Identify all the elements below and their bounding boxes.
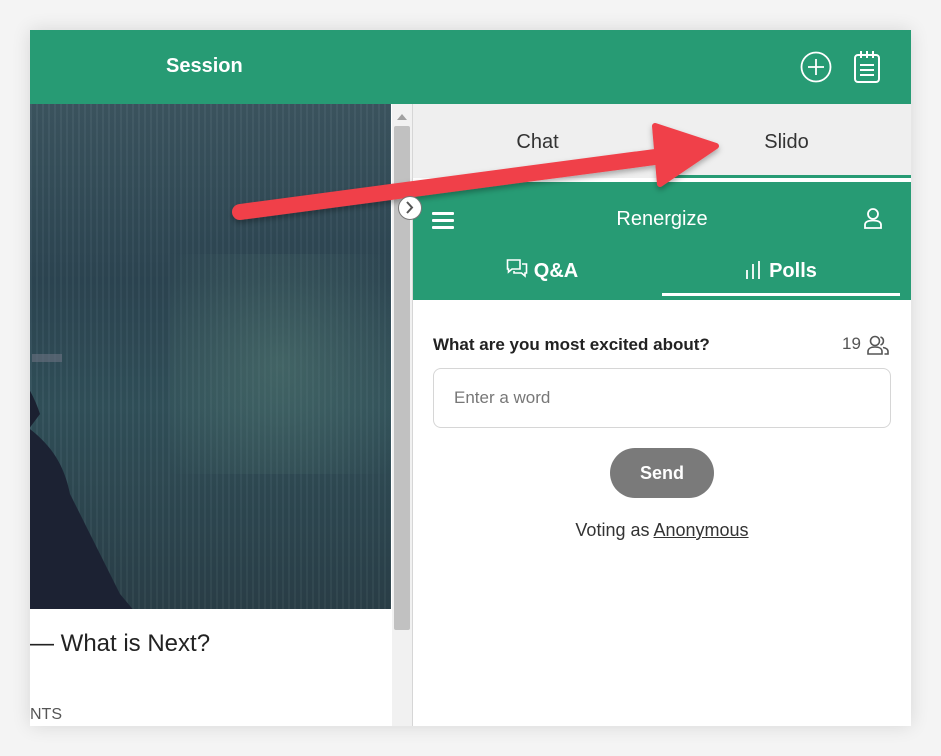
user-icon[interactable] bbox=[863, 207, 883, 229]
chevron-right-icon bbox=[406, 201, 414, 214]
section-label: NTS bbox=[30, 706, 62, 723]
video-player[interactable] bbox=[30, 104, 391, 609]
side-panel: Chat Slido Renergize Q&A Polls What are … bbox=[413, 104, 911, 726]
collapse-panel-button[interactable] bbox=[398, 196, 422, 220]
tab-slido-label: Slido bbox=[764, 131, 809, 153]
page-title: Session bbox=[166, 55, 243, 77]
slido-header: Renergize Q&A Polls bbox=[413, 182, 911, 300]
tab-slido[interactable]: Slido bbox=[662, 104, 911, 178]
tab-qa-label: Q&A bbox=[533, 260, 579, 282]
speech-bubbles-icon bbox=[506, 259, 528, 278]
active-tab-indicator bbox=[662, 175, 911, 178]
event-name: Renergize bbox=[616, 208, 708, 230]
scroll-up-arrow[interactable] bbox=[397, 114, 407, 120]
word-input[interactable] bbox=[433, 368, 891, 428]
speaker-silhouette bbox=[30, 354, 133, 609]
voting-as-text: Voting as Anonymous bbox=[413, 520, 911, 541]
app-window: Session — What is Next? NTS Chat Slido R… bbox=[30, 30, 911, 726]
top-bar: Session bbox=[30, 30, 911, 104]
tab-chat[interactable]: Chat bbox=[413, 104, 662, 178]
participants-icon bbox=[867, 335, 889, 355]
tab-polls-label: Polls bbox=[769, 260, 817, 282]
tab-chat-label: Chat bbox=[516, 131, 559, 153]
plus-circle-icon[interactable] bbox=[800, 51, 832, 83]
tab-polls[interactable]: Polls bbox=[662, 256, 900, 296]
side-panel-tabs: Chat Slido bbox=[413, 104, 911, 178]
bar-chart-icon bbox=[746, 261, 760, 279]
send-button[interactable]: Send bbox=[610, 448, 714, 498]
tab-qa[interactable]: Q&A bbox=[423, 256, 661, 296]
active-subtab-indicator bbox=[662, 293, 900, 296]
anonymous-link[interactable]: Anonymous bbox=[654, 520, 749, 540]
notepad-icon[interactable] bbox=[853, 50, 881, 84]
session-title: — What is Next? bbox=[30, 630, 211, 657]
voting-prefix: Voting as bbox=[575, 520, 654, 540]
poll-question: What are you most excited about? bbox=[433, 335, 710, 354]
participant-count: 19 bbox=[842, 334, 861, 353]
